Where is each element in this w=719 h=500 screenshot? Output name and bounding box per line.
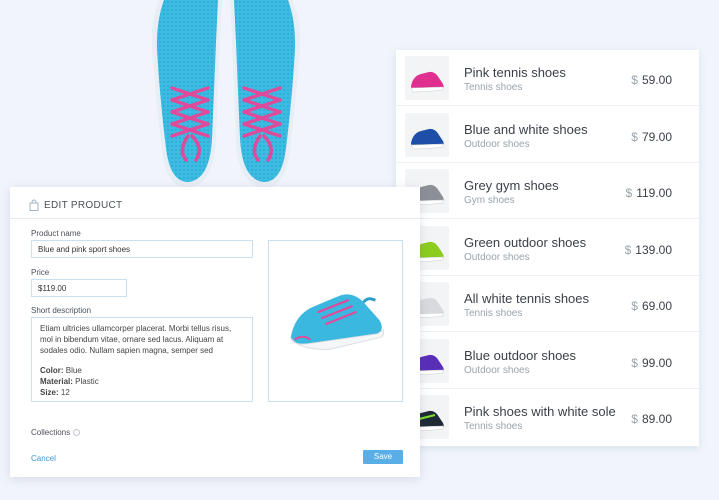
product-category: Tennis shoes <box>464 421 523 432</box>
size-attribute: Size: 12 <box>40 387 244 398</box>
product-price: $89.00 <box>631 412 672 426</box>
product-thumbnail <box>405 56 449 100</box>
collections-field[interactable]: Collections <box>31 428 81 437</box>
price-value: 139.00 <box>635 243 672 257</box>
price-value: 99.00 <box>641 356 672 370</box>
product-name-input[interactable] <box>31 240 253 258</box>
currency-symbol: $ <box>631 299 638 313</box>
color-attribute: Color: Blue <box>40 365 244 376</box>
product-name: All white tennis shoes <box>464 291 590 306</box>
product-name: Blue and white shoes <box>464 122 588 137</box>
currency-symbol: $ <box>625 186 633 200</box>
product-list-item[interactable]: Pink tennis shoes Tennis shoes $59.00 <box>396 50 699 106</box>
edit-product-panel: EDIT PRODUCT Product name Price Short de… <box>10 187 420 477</box>
product-category: Tennis shoes <box>464 82 523 93</box>
product-price: $119.00 <box>626 186 673 200</box>
product-list: Pink tennis shoes Tennis shoes $59.00 Bl… <box>396 50 699 446</box>
product-list-item[interactable]: Grey gym shoes Gym shoes $119.00 <box>396 163 699 219</box>
product-name: Pink tennis shoes <box>464 65 566 80</box>
product-category: Outdoor shoes <box>464 139 530 150</box>
currency-symbol: $ <box>631 412 638 426</box>
edit-product-title: EDIT PRODUCT <box>44 200 123 211</box>
short-description-label: Short description <box>31 306 92 315</box>
product-category: Outdoor shoes <box>464 252 530 263</box>
product-price: $139.00 <box>625 243 672 257</box>
product-thumbnail <box>405 113 449 157</box>
product-list-item[interactable]: Blue outdoor shoes Outdoor shoes $99.00 <box>396 333 699 389</box>
product-category: Outdoor shoes <box>464 365 530 376</box>
currency-symbol: $ <box>631 356 638 370</box>
price-value: 79.00 <box>641 130 672 144</box>
price-value: 89.00 <box>641 412 672 426</box>
color-key: Color: <box>40 366 64 375</box>
shopping-bag-icon <box>29 199 39 211</box>
short-description-textarea[interactable]: Etiam ultricies ullamcorper placerat. Mo… <box>31 317 253 402</box>
product-list-item[interactable]: All white tennis shoes Tennis shoes $69.… <box>396 276 699 332</box>
cancel-button[interactable]: Cancel <box>31 454 56 463</box>
product-name: Pink shoes with white sole <box>464 404 616 419</box>
product-image-box[interactable] <box>268 240 403 402</box>
currency-symbol: $ <box>631 73 638 87</box>
product-list-item[interactable]: Green outdoor shoes Outdoor shoes $139.0… <box>396 220 699 276</box>
price-label: Price <box>31 268 50 277</box>
product-price: $79.00 <box>631 130 672 144</box>
currency-symbol: $ <box>631 130 638 144</box>
price-value: 69.00 <box>641 299 672 313</box>
currency-symbol: $ <box>624 243 632 257</box>
product-price: $59.00 <box>631 73 672 87</box>
product-name-label: Product name <box>31 229 81 238</box>
size-key: Size: <box>40 388 59 397</box>
product-price: $69.00 <box>631 299 672 313</box>
color-value: Blue <box>65 366 82 375</box>
product-category: Tennis shoes <box>464 308 523 319</box>
product-name: Blue outdoor shoes <box>464 348 577 363</box>
collections-label: Collections <box>31 428 71 437</box>
product-list-item[interactable]: Blue and white shoes Outdoor shoes $79.0… <box>396 107 699 163</box>
save-button[interactable]: Save <box>363 450 403 464</box>
description-text: Etiam ultricies ullamcorper placerat. Mo… <box>40 324 232 355</box>
hero-shoes-image <box>151 0 301 188</box>
product-category: Gym shoes <box>464 195 515 206</box>
price-value: 119.00 <box>636 186 672 200</box>
material-value: Plastic <box>75 377 99 386</box>
size-value: 12 <box>60 388 70 397</box>
price-value: 59.00 <box>641 73 672 87</box>
material-key: Material: <box>40 377 73 386</box>
info-icon <box>73 429 81 436</box>
product-shoe-image <box>290 294 385 350</box>
product-price: $99.00 <box>631 356 672 370</box>
edit-product-header: EDIT PRODUCT <box>10 187 420 219</box>
price-input[interactable] <box>31 279 127 297</box>
product-list-item[interactable]: Pink shoes with white sole Tennis shoes … <box>396 389 699 445</box>
product-name: Grey gym shoes <box>464 178 559 193</box>
product-name: Green outdoor shoes <box>464 235 587 250</box>
material-attribute: Material: Plastic <box>40 376 244 387</box>
